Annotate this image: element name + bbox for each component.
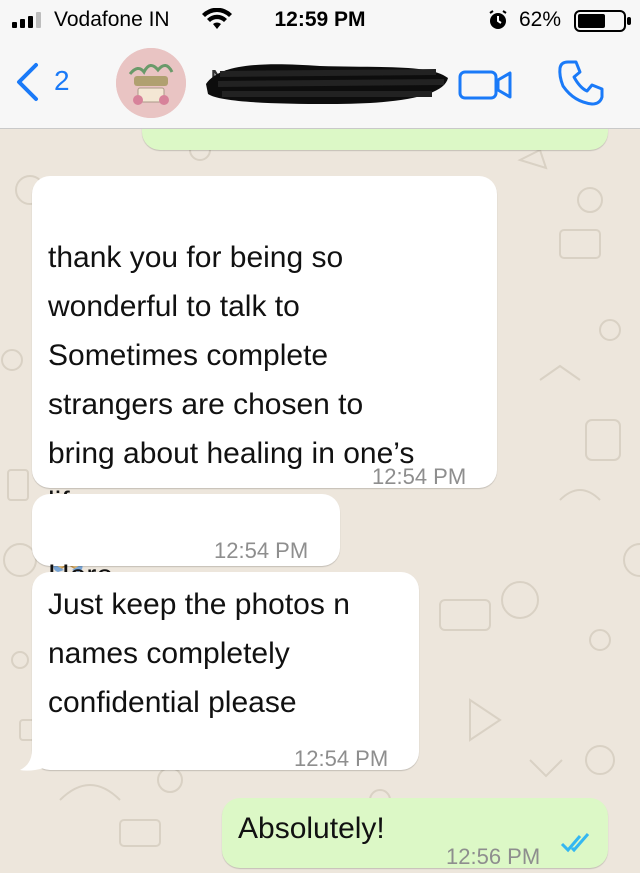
message-list[interactable]: 12:53 PM thank you for being so wonderfu… (0, 128, 640, 873)
message-text: Absolutely! (238, 812, 385, 845)
status-bar: Vodafone IN 12:59 PM 62% (0, 0, 640, 40)
unread-chats-count: 2 (54, 65, 70, 96)
message-bubble-incoming[interactable]: Here 12:54 PM (32, 494, 340, 647)
read-receipt-icon (560, 833, 590, 853)
avatar-logo-icon (116, 48, 186, 118)
message-time: 12:53 PM (446, 128, 540, 141)
contact-avatar[interactable] (116, 48, 186, 118)
chevron-left-icon (17, 63, 38, 101)
redaction-scribble (206, 64, 448, 104)
video-call-button[interactable] (458, 68, 514, 102)
message-time: 12:56 PM (446, 844, 541, 869)
message-bubble-incoming[interactable]: Just keep the photos n names completely … (32, 572, 419, 771)
message-text: Just keep the photos n names completely … (48, 588, 350, 719)
message-time: 12:54 PM (214, 538, 309, 563)
battery-percentage: 62% (519, 8, 562, 31)
alarm-icon (489, 10, 507, 29)
message-bubble-outgoing[interactable]: Absolutely! 12:56 PM (222, 798, 608, 869)
back-button[interactable]: 2 (14, 60, 84, 104)
message-time: 12:54 PM (294, 746, 389, 771)
chat-header: 2 N (0, 40, 640, 129)
battery-icon (574, 10, 631, 32)
message-time: 12:54 PM (372, 464, 467, 489)
voice-call-button[interactable] (556, 58, 606, 108)
bubble-tail (20, 750, 44, 771)
contact-name[interactable]: N (200, 60, 450, 106)
message-bubble-outgoing[interactable]: 12:53 PM (142, 128, 608, 150)
message-bubble-incoming[interactable]: thank you for being so wonderful to talk… (32, 176, 497, 573)
